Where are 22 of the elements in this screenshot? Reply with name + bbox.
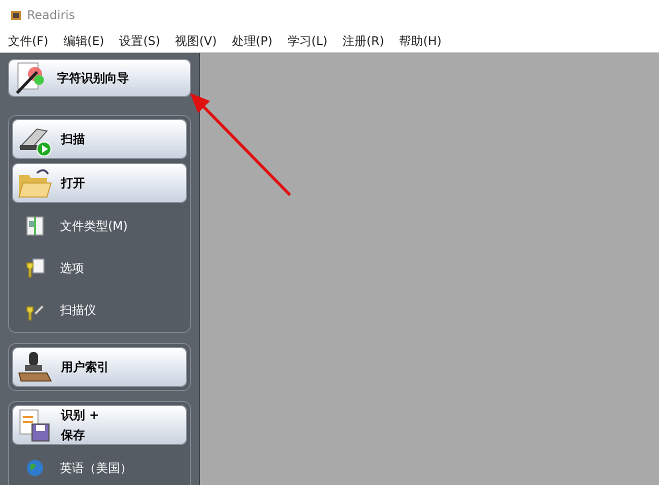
menu-item[interactable]: 注册(R) xyxy=(342,32,384,50)
globe-icon xyxy=(24,457,46,479)
menu-item[interactable]: 学习(L) xyxy=(287,32,328,50)
menu-item[interactable]: 文件(F) xyxy=(8,32,48,50)
sidebar-item[interactable]: 选项 xyxy=(12,249,187,287)
menu-item[interactable]: 处理(P) xyxy=(232,32,272,50)
menu-item[interactable]: 视图(V) xyxy=(175,32,217,50)
window-title: Readiris xyxy=(27,7,76,24)
sidebar-button[interactable]: 打开 xyxy=(12,163,187,203)
sidebar-button[interactable]: 识别 + 保存 xyxy=(12,405,187,445)
sidebar-button[interactable]: 用户索引 xyxy=(12,347,187,387)
wrench-icon xyxy=(24,257,46,279)
sidebar-item[interactable]: 文件类型(M) xyxy=(12,207,187,245)
wizard-button[interactable]: 字符识别向导 xyxy=(8,59,191,97)
document-icon xyxy=(24,215,46,237)
menu-item[interactable]: 帮助(H) xyxy=(399,32,442,50)
sidebar-item[interactable]: 扫描仪 xyxy=(12,291,187,329)
menu-item[interactable]: 编辑(E) xyxy=(63,32,104,50)
sidebar-item[interactable]: 英语（美国） xyxy=(12,449,187,485)
menu-item[interactable]: 设置(S) xyxy=(119,32,160,50)
app-icon xyxy=(10,9,22,21)
sidebar-button[interactable]: 扫描 xyxy=(12,119,187,159)
